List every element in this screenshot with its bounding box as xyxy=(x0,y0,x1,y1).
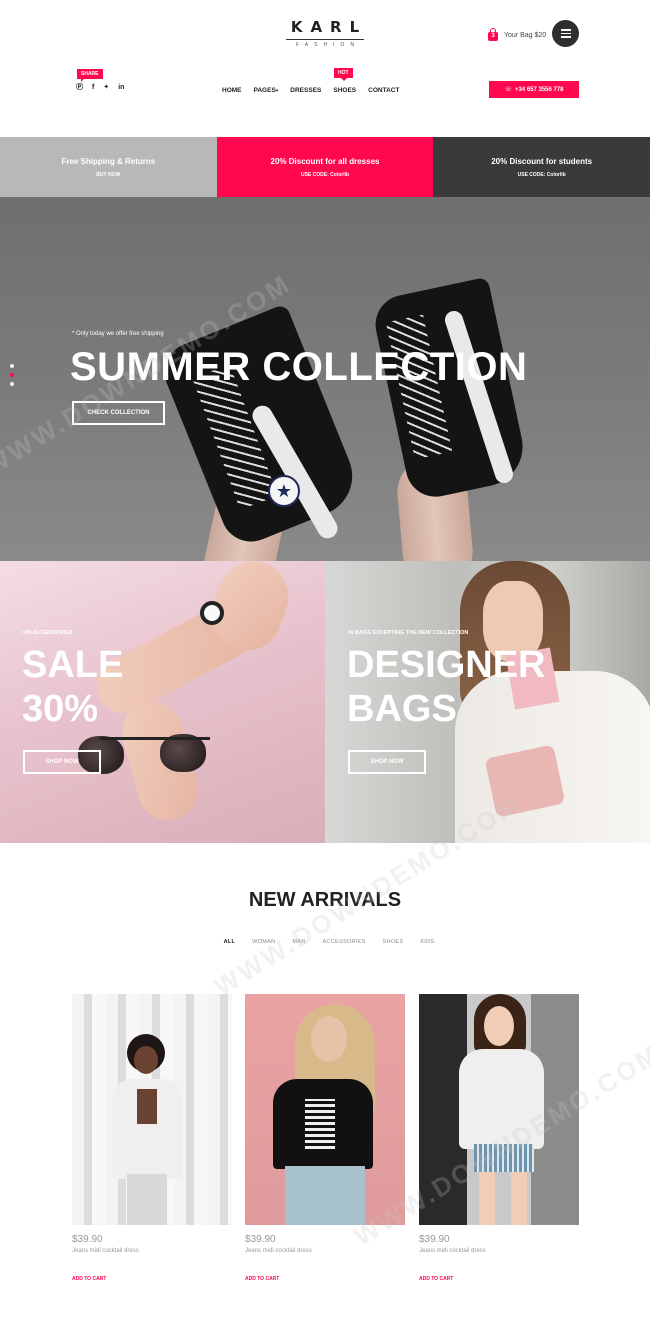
filter-all[interactable]: ALL xyxy=(224,939,236,945)
cart-link[interactable]: 3 Your Bag $20 xyxy=(487,28,546,42)
logo-sub-text: FASHION xyxy=(296,42,360,48)
pinterest-icon[interactable]: Ⓟ xyxy=(76,84,83,92)
product-price: $39.90 xyxy=(245,1234,276,1245)
phone-button[interactable]: ☏ +34 657 3556 778 xyxy=(489,81,579,98)
banner-title: SALE 30% xyxy=(22,643,123,731)
product-card: $39.90 Jeans midi cocktail dress ADD TO … xyxy=(419,994,579,1282)
nav-contact[interactable]: CONTACT xyxy=(368,87,399,94)
product-card: $39.90 Jeans midi cocktail dress ADD TO … xyxy=(72,994,232,1282)
product-card: $39.90 Jeans midi cocktail dress ADD TO … xyxy=(245,994,405,1282)
slider-dot[interactable] xyxy=(10,382,14,386)
promo-sub: USE CODE: Colorlib xyxy=(300,171,350,178)
main-nav: HOME PAGES▾ DRESSES SHOES CONTACT xyxy=(222,87,399,94)
banner-sale-accessories[interactable]: ON ACCESSORIES SALE 30% SHOP NOW xyxy=(0,561,325,843)
filter-shoes[interactable]: SHOES xyxy=(383,939,404,945)
promo-sub: USE CODE: Colorlib xyxy=(517,171,566,178)
cart-count: 3 xyxy=(491,33,495,39)
banner-title-line: DESIGNER xyxy=(347,644,546,686)
twitter-icon[interactable]: ✦ xyxy=(103,84,109,92)
promo-sub: BUY NOW xyxy=(96,171,121,178)
banner-sub: ON ACCESSORIES xyxy=(23,630,73,636)
nav-home[interactable]: HOME xyxy=(222,87,242,94)
banner-title: DESIGNER BAGS xyxy=(347,643,545,731)
headset-icon: ☏ xyxy=(504,87,512,93)
watch-icon xyxy=(200,601,224,625)
shop-now-button[interactable]: SHOP NOW xyxy=(23,750,101,774)
site-header: KARL FASHION 3 Your Bag $20 SHARE Ⓟ f ✦ … xyxy=(0,0,650,137)
cart-label: Your Bag $20 xyxy=(504,31,547,39)
add-to-cart-link[interactable]: ADD TO CART xyxy=(245,1276,405,1282)
filter-woman[interactable]: WOMAN xyxy=(252,939,275,945)
banner-title-line: 30% xyxy=(22,688,99,730)
add-to-cart-link[interactable]: ADD TO CART xyxy=(72,1276,232,1282)
hero-title: SUMMER COLLECTION xyxy=(70,345,528,389)
product-price: $39.90 xyxy=(419,1234,450,1245)
shopping-bag-icon: 3 xyxy=(487,28,499,42)
product-image[interactable] xyxy=(245,994,405,1225)
filter-kids[interactable]: KIDS xyxy=(420,939,434,945)
product-image[interactable] xyxy=(72,994,232,1225)
phone-number: +34 657 3556 778 xyxy=(514,86,564,93)
menu-line-icon xyxy=(560,29,571,31)
linkedin-icon[interactable]: in xyxy=(118,84,124,92)
banner-sub: IN BAGS EXCEPTING THE NEW COLLECTION xyxy=(348,630,469,636)
nav-pages-label: PAGES xyxy=(253,87,276,94)
caret-down-icon: ▾ xyxy=(275,88,279,94)
banner-designer-bags[interactable]: IN BAGS EXCEPTING THE NEW COLLECTION DES… xyxy=(325,561,650,843)
filter-accessories[interactable]: ACCESSORIES xyxy=(323,939,366,945)
slider-dots xyxy=(10,364,14,386)
promo-free-shipping[interactable]: Free Shipping & Returns BUY NOW xyxy=(0,137,217,197)
promo-bar: Free Shipping & Returns BUY NOW 20% Disc… xyxy=(0,137,650,197)
add-to-cart-link[interactable]: ADD TO CART xyxy=(419,1276,579,1282)
filter-man[interactable]: MAN xyxy=(292,939,305,945)
promo-title: 20% Discount for students xyxy=(491,156,593,166)
menu-line-icon xyxy=(560,32,571,35)
hamburger-menu-button[interactable] xyxy=(552,20,579,47)
nav-pages[interactable]: PAGES▾ xyxy=(254,87,279,94)
menu-line-icon xyxy=(560,36,571,38)
nav-dresses[interactable]: DRESSES xyxy=(290,87,321,94)
hero-note: * Only today we offer free shipping xyxy=(72,331,164,337)
promo-title: 20% Discount for all dresses xyxy=(270,156,380,166)
product-name[interactable]: Jeans midi cocktail dress xyxy=(245,1248,405,1254)
section-title: NEW ARRIVALS xyxy=(248,889,402,911)
star-logo-icon: ★ xyxy=(268,475,300,507)
promo-title: Free Shipping & Returns xyxy=(61,156,156,166)
facebook-icon[interactable]: f xyxy=(92,84,94,92)
banner-title-line: BAGS xyxy=(347,688,457,730)
share-tag: SHARE xyxy=(77,69,103,82)
shop-now-button[interactable]: SHOP NOW xyxy=(348,750,426,774)
hot-tag: HOT xyxy=(334,68,353,81)
promo-students-discount[interactable]: 20% Discount for students USE CODE: Colo… xyxy=(433,137,650,197)
promo-dresses-discount[interactable]: 20% Discount for all dresses USE CODE: C… xyxy=(216,137,434,197)
hero-slider: ★ * Only today we offer free shipping SU… xyxy=(0,197,650,561)
product-name[interactable]: Jeans midi cocktail dress xyxy=(72,1248,232,1254)
category-filters: ALL WOMAN MAN ACCESSORIES SHOES KIDS xyxy=(0,939,650,945)
logo-divider xyxy=(286,39,364,40)
check-collection-button[interactable]: CHECK COLLECTION xyxy=(72,401,165,425)
product-price: $39.90 xyxy=(72,1234,103,1245)
product-image[interactable] xyxy=(419,994,579,1225)
slider-dot-active[interactable] xyxy=(10,373,14,377)
banner-title-line: SALE xyxy=(22,644,124,686)
slider-dot[interactable] xyxy=(10,364,14,368)
nav-shoes[interactable]: SHOES xyxy=(333,87,356,94)
social-links: Ⓟ f ✦ in xyxy=(76,84,124,92)
product-name[interactable]: Jeans midi cocktail dress xyxy=(419,1248,579,1254)
